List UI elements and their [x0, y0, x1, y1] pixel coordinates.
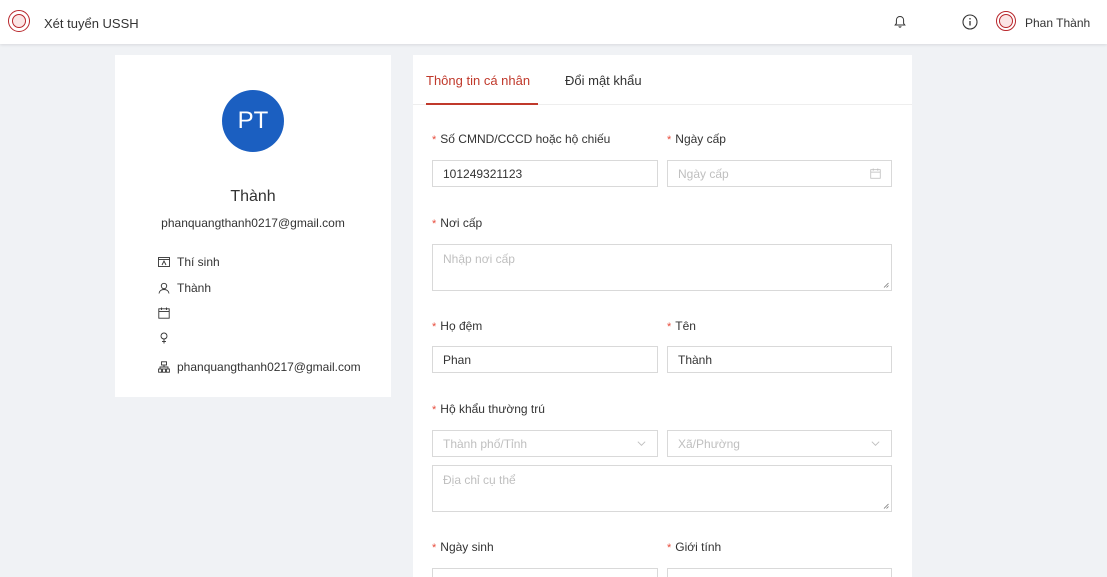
residence-label: * Hộ khẩu thường trú [432, 402, 545, 416]
info-row-role: Thí sinh [158, 254, 220, 270]
issue-date-placeholder: Ngày cấp [678, 166, 729, 181]
calendar-icon [870, 168, 881, 179]
profile-role: Thí sinh [177, 255, 220, 269]
tab-change-password[interactable]: Đổi mật khẩu [565, 73, 642, 88]
dob-label: * Ngày sinh [432, 540, 494, 554]
resize-handle-icon[interactable] [883, 282, 889, 288]
first-name-label-text: Tên [675, 319, 696, 333]
profile-username: Thành [177, 281, 212, 295]
calendar-icon [158, 307, 170, 319]
city-placeholder: Thành phố/Tỉnh [443, 436, 528, 451]
gender-label: * Giới tính [667, 540, 721, 554]
required-mark: * [432, 321, 437, 333]
organization-icon [158, 361, 170, 373]
issue-place-placeholder: Nhập nơi cấp [443, 252, 515, 266]
city-select[interactable]: Thành phố/Tỉnh [432, 430, 658, 457]
ussh-logo[interactable] [8, 10, 30, 32]
female-icon [160, 332, 168, 344]
profile-avatar: PT [222, 90, 284, 152]
first-name-label: * Tên [667, 319, 696, 333]
issue-place-label-text: Nơi cấp [440, 216, 483, 230]
profile-email: phanquangthanh0217@gmail.com [161, 216, 345, 230]
tab-personal-info[interactable]: Thông tin cá nhân [426, 73, 530, 88]
required-mark: * [432, 134, 437, 146]
profile-name: Thành [230, 188, 276, 205]
app-title[interactable]: Xét tuyển USSH [44, 16, 139, 31]
required-mark: * [667, 134, 672, 146]
issue-date-picker[interactable]: Ngày cấp [667, 160, 892, 187]
gender-label-text: Giới tính [675, 540, 722, 554]
last-name-label: * Họ đệm [432, 319, 482, 333]
address-placeholder: Địa chỉ cụ thể [443, 473, 516, 487]
id-number-input[interactable]: 101249321123 [432, 160, 658, 187]
info-row-username: Thành [158, 280, 211, 296]
bell-icon[interactable] [893, 15, 907, 29]
logo-inner-mark [12, 14, 26, 28]
issue-place-textarea[interactable]: Nhập nơi cấp [432, 244, 892, 291]
ward-placeholder: Xã/Phường [678, 436, 740, 451]
user-avatar[interactable] [996, 11, 1016, 31]
user-name[interactable]: Phan Thành [1025, 16, 1090, 30]
dob-label-text: Ngày sinh [440, 540, 494, 554]
user-icon [158, 282, 170, 294]
last-name-input[interactable]: Phan [432, 346, 658, 373]
chevron-down-icon [871, 441, 880, 446]
address-textarea[interactable]: Địa chỉ cụ thể [432, 465, 892, 512]
first-name-input[interactable]: Thành [667, 346, 892, 373]
info-icon[interactable] [962, 14, 978, 30]
id-label: * Số CMND/CCCD hoặc hộ chiếu [432, 132, 610, 146]
required-mark: * [667, 321, 672, 333]
dob-picker[interactable] [432, 568, 658, 577]
issue-date-label-text: Ngày cấp [675, 132, 726, 146]
resize-handle-icon[interactable] [883, 503, 889, 509]
issue-place-label: * Nơi cấp [432, 216, 482, 230]
id-card-icon [158, 257, 170, 267]
issue-date-label: * Ngày cấp [667, 132, 726, 146]
ward-select[interactable]: Xã/Phường [667, 430, 892, 457]
top-header: Xét tuyển USSH Phan Thành [0, 0, 1107, 44]
user-avatar-mark [999, 14, 1013, 28]
info-row-birthday [158, 305, 177, 321]
profile-org-email: phanquangthanh0217@gmail.com [177, 360, 361, 374]
required-mark: * [432, 542, 437, 554]
form-card: Thông tin cá nhân Đổi mật khẩu * Số CMND/… [413, 55, 912, 577]
gender-select[interactable] [667, 568, 892, 577]
profile-card: PT Thành phanquangthanh0217@gmail.com Th… [115, 55, 391, 397]
required-mark: * [432, 218, 437, 230]
info-row-gender [158, 330, 177, 346]
required-mark: * [667, 542, 672, 554]
chevron-down-icon [637, 441, 646, 446]
tab-bar: Thông tin cá nhân Đổi mật khẩu [413, 55, 912, 105]
last-name-label-text: Họ đệm [440, 319, 483, 333]
active-tab-indicator [426, 103, 538, 105]
required-mark: * [432, 404, 437, 416]
residence-label-text: Hộ khẩu thường trú [440, 402, 545, 416]
info-row-org-email: phanquangthanh0217@gmail.com [158, 359, 361, 375]
id-label-text: Số CMND/CCCD hoặc hộ chiếu [440, 132, 611, 146]
